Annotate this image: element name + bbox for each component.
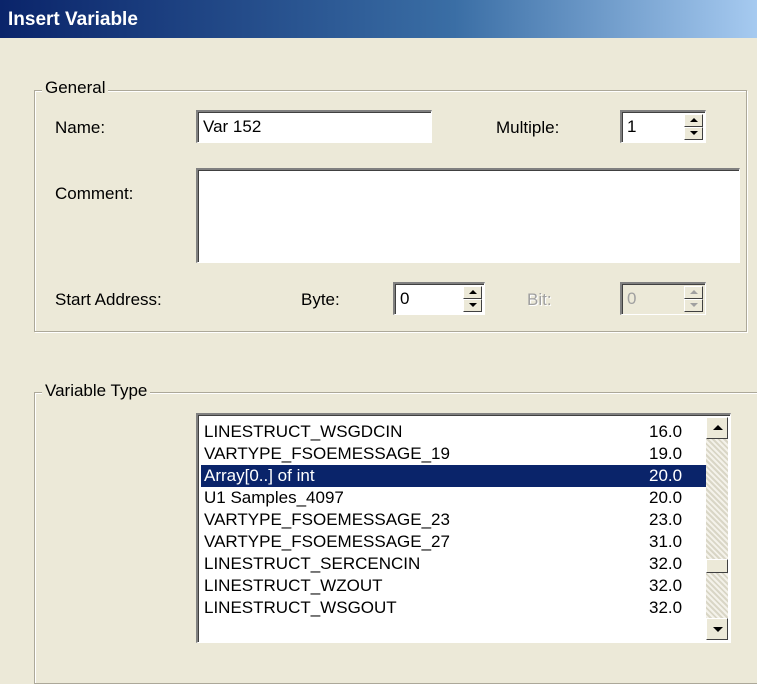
list-item[interactable]: VARTYPE_FSOEMESSAGE_19 19.0 bbox=[201, 443, 711, 465]
byte-value: 0 bbox=[400, 289, 410, 308]
bit-down-button bbox=[684, 299, 703, 312]
list-item[interactable]: LINESTRUCT_WZOUT 32.0 bbox=[201, 575, 711, 597]
list-item-size: 16.0 bbox=[649, 422, 683, 441]
vertical-scrollbar[interactable] bbox=[706, 417, 728, 640]
arrow-down-icon bbox=[690, 303, 698, 307]
list-item-name: LINESTRUCT_WSGOUT bbox=[204, 598, 397, 617]
list-item[interactable]: U1 Samples_4097 20.0 bbox=[201, 487, 711, 509]
start-address-label: Start Address: bbox=[55, 290, 162, 309]
byte-down-button[interactable] bbox=[463, 299, 482, 312]
multiple-label: Multiple: bbox=[496, 118, 560, 137]
list-item-name: LINESTRUCT_WZOUT bbox=[204, 576, 383, 595]
title-bar: Insert Variable bbox=[0, 0, 757, 38]
list-item[interactable]: LINESTRUCT_WSGOUT 32.0 bbox=[201, 597, 711, 619]
name-value: Var 152 bbox=[203, 117, 262, 136]
scroll-thumb[interactable] bbox=[706, 559, 728, 573]
list-item[interactable]: Array[0..] of int 20.0 bbox=[201, 465, 711, 487]
list-item-name: LINESTRUCT_WSGDCIN bbox=[204, 422, 403, 441]
bit-up-button bbox=[684, 286, 703, 299]
list-item-name: Array[0..] of int bbox=[204, 466, 315, 485]
byte-spinner[interactable] bbox=[463, 286, 482, 312]
list-item-size: 32.0 bbox=[649, 598, 683, 617]
name-label: Name: bbox=[55, 118, 106, 137]
byte-up-button[interactable] bbox=[463, 286, 482, 299]
variable-type-rows: LINESTRUCT_WSGDCIN 16.0 VARTYPE_FSOEMESSAG… bbox=[201, 421, 711, 619]
bit-value: 0 bbox=[627, 289, 637, 308]
multiple-spinner[interactable] bbox=[684, 114, 703, 140]
multiple-up-button[interactable] bbox=[684, 114, 703, 127]
list-item[interactable]: LINESTRUCT_WSGDCIN 16.0 bbox=[201, 421, 711, 443]
list-item-size: 23.0 bbox=[649, 510, 683, 529]
arrow-down-icon bbox=[469, 303, 477, 307]
list-item-size: 19.0 bbox=[649, 444, 683, 463]
variable-type-legend: Variable Type bbox=[42, 381, 151, 401]
variable-type-list[interactable]: LINESTRUCT_WSGDCIN 16.0 VARTYPE_FSOEMESSAG… bbox=[196, 413, 731, 643]
arrow-up-icon bbox=[469, 290, 477, 294]
comment-label: Comment: bbox=[55, 184, 134, 203]
list-item-size: 32.0 bbox=[649, 576, 683, 595]
arrow-up-icon bbox=[690, 290, 698, 294]
list-item[interactable]: VARTYPE_FSOEMESSAGE_27 31.0 bbox=[201, 531, 711, 553]
general-legend: General bbox=[42, 78, 109, 98]
window-title: Insert Variable bbox=[8, 9, 138, 30]
byte-label: Byte: bbox=[301, 290, 340, 309]
list-item-name: VARTYPE_FSOEMESSAGE_19 bbox=[204, 444, 450, 463]
multiple-value: 1 bbox=[627, 117, 637, 136]
list-item[interactable]: VARTYPE_FSOEMESSAGE_23 23.0 bbox=[201, 509, 711, 531]
name-field[interactable]: Var 152 bbox=[196, 110, 432, 143]
arrow-down-icon bbox=[690, 131, 698, 135]
list-item-size: 20.0 bbox=[649, 466, 683, 485]
bit-label: Bit: bbox=[527, 290, 552, 309]
list-item-name: VARTYPE_FSOEMESSAGE_23 bbox=[204, 510, 450, 529]
list-item-name: VARTYPE_FSOEMESSAGE_27 bbox=[204, 532, 450, 551]
bit-stepper: 0 bbox=[620, 282, 706, 315]
list-item-size: 32.0 bbox=[649, 554, 683, 573]
list-item[interactable]: LINESTRUCT_SERCENCIN 32.0 bbox=[201, 553, 711, 575]
list-item-size: 20.0 bbox=[649, 488, 683, 507]
list-item-name: U1 Samples_4097 bbox=[204, 488, 344, 507]
scroll-down-button[interactable] bbox=[706, 618, 728, 640]
scroll-up-button[interactable] bbox=[706, 417, 728, 439]
arrow-up-icon bbox=[713, 425, 723, 430]
list-item-size: 31.0 bbox=[649, 532, 683, 551]
multiple-down-button[interactable] bbox=[684, 127, 703, 140]
arrow-down-icon bbox=[713, 627, 723, 632]
comment-field[interactable] bbox=[196, 168, 740, 263]
byte-stepper[interactable]: 0 bbox=[393, 282, 485, 315]
arrow-up-icon bbox=[690, 118, 698, 122]
multiple-stepper[interactable]: 1 bbox=[620, 110, 706, 143]
list-item-name: LINESTRUCT_SERCENCIN bbox=[204, 554, 421, 573]
bit-spinner bbox=[684, 286, 703, 312]
